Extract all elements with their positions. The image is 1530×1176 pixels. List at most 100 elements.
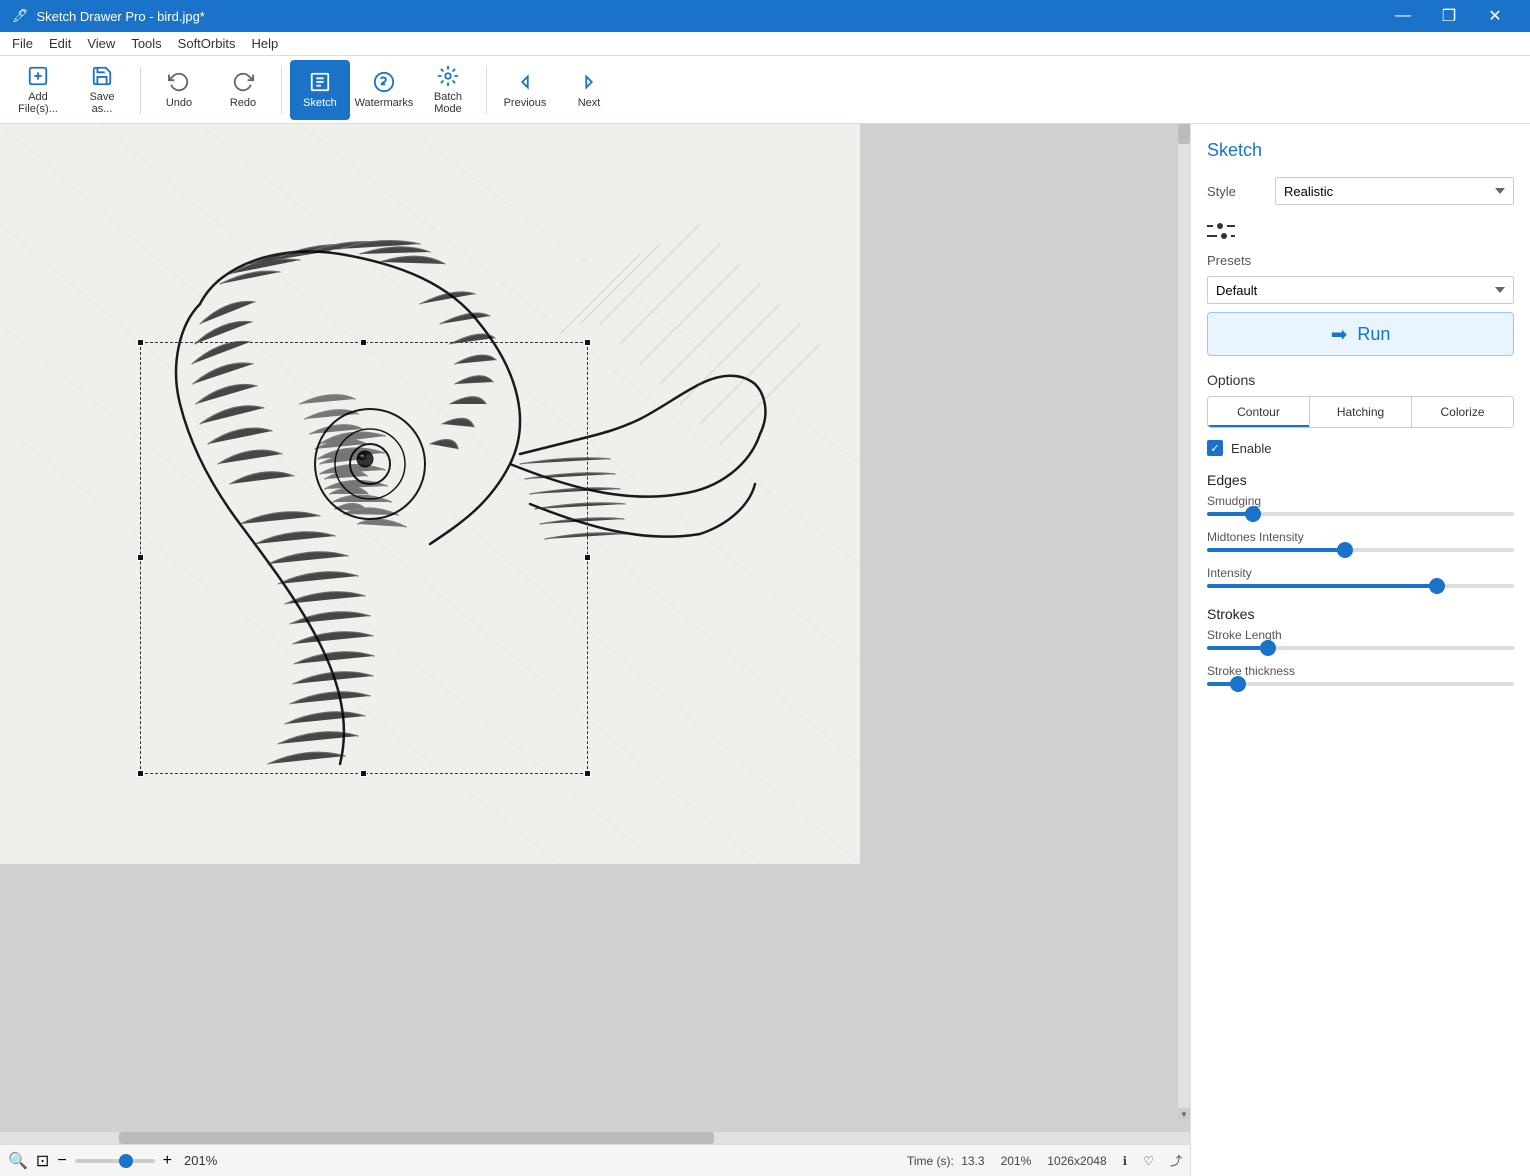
next-button[interactable]: Next <box>559 60 619 120</box>
previous-icon <box>514 71 536 93</box>
info-icon[interactable]: ℹ <box>1123 1154 1128 1168</box>
heart-icon[interactable]: ♡ <box>1143 1154 1154 1168</box>
vertical-scrollbar[interactable]: ▲ ▼ <box>1178 124 1190 1120</box>
dimensions-display: 1026x2048 <box>1047 1154 1106 1168</box>
close-button[interactable]: ✕ <box>1472 0 1518 32</box>
stroke-thickness-slider-row: Stroke thickness <box>1207 664 1514 686</box>
sketch-button[interactable]: Sketch <box>290 60 350 120</box>
stroke-length-label: Stroke Length <box>1207 628 1514 642</box>
stroke-length-thumb[interactable] <box>1260 640 1276 656</box>
scroll-down-arrow[interactable]: ▼ <box>1178 1108 1190 1120</box>
zoom-minus-icon[interactable]: − <box>57 1152 66 1170</box>
zoom-frame-icon[interactable]: ⊡ <box>36 1151 49 1171</box>
zoom-slider[interactable] <box>75 1159 155 1163</box>
statusbar-left: 🔍 ⊡ − + 201% <box>8 1151 217 1171</box>
save-as-button[interactable]: Save as... <box>72 60 132 120</box>
midtones-thumb[interactable] <box>1337 542 1353 558</box>
redo-button[interactable]: Redo <box>213 60 273 120</box>
style-select[interactable]: Realistic Cartoon Abstract Artistic <box>1275 177 1514 205</box>
add-files-icon <box>27 65 49 87</box>
separator-2 <box>281 66 282 114</box>
stroke-length-slider[interactable] <box>1207 646 1514 650</box>
toolbar: Add File(s)... Save as... Undo Redo Sket… <box>0 56 1530 124</box>
enable-label: Enable <box>1231 441 1271 456</box>
sketch-canvas <box>0 124 860 864</box>
redo-icon <box>232 71 254 93</box>
smudging-thumb[interactable] <box>1245 506 1261 522</box>
sketch-icon <box>309 71 331 93</box>
smudging-slider-row: Smudging <box>1207 494 1514 516</box>
batch-mode-icon <box>437 65 459 87</box>
maximize-button[interactable]: ❐ <box>1426 0 1472 32</box>
presets-select[interactable]: Default Soft Hard Custom <box>1207 276 1514 304</box>
statusbar-right: Time (s): 13.3 201% 1026x2048 ℹ ♡ ⤴ <box>907 1152 1182 1169</box>
stroke-length-fill <box>1207 646 1268 650</box>
intensity-fill <box>1207 584 1437 588</box>
watermarks-button[interactable]: Watermarks <box>354 60 414 120</box>
presets-select-row: Presets Default Soft Hard Custom <box>1207 253 1514 304</box>
separator-1 <box>140 66 141 114</box>
right-panel: Sketch Style Realistic Cartoon Abstract … <box>1190 124 1530 1176</box>
main-area: ▲ ▼ <box>0 124 1530 1176</box>
watermarks-icon <box>373 71 395 93</box>
stroke-length-slider-row: Stroke Length <box>1207 628 1514 650</box>
options-tabs: Contour Hatching Colorize <box>1207 396 1514 428</box>
horizontal-scrollbar[interactable] <box>0 1132 1190 1144</box>
previous-button[interactable]: Previous <box>495 60 555 120</box>
add-files-button[interactable]: Add File(s)... <box>8 60 68 120</box>
panel-title: Sketch <box>1207 140 1514 161</box>
run-arrow-icon: ➡ <box>1331 322 1348 347</box>
zoom-thumb[interactable] <box>119 1154 133 1168</box>
midtones-slider[interactable] <box>1207 548 1514 552</box>
tab-hatching[interactable]: Hatching <box>1310 397 1412 427</box>
undo-button[interactable]: Undo <box>149 60 209 120</box>
stroke-thickness-thumb[interactable] <box>1230 676 1246 692</box>
titlebar-controls: — ❐ ✕ <box>1380 0 1518 32</box>
stroke-thickness-slider[interactable] <box>1207 682 1514 686</box>
time-label: Time (s): 13.3 <box>907 1154 985 1168</box>
app-title: Sketch Drawer Pro - bird.jpg* <box>37 9 205 24</box>
enable-row: Enable <box>1207 440 1514 456</box>
minimize-button[interactable]: — <box>1380 0 1426 32</box>
midtones-label: Midtones Intensity <box>1207 530 1514 544</box>
canvas-scroll[interactable]: ▲ ▼ <box>0 124 1190 1132</box>
menu-softorbits[interactable]: SoftOrbits <box>170 34 244 53</box>
scroll-thumb-vertical[interactable] <box>1178 124 1190 144</box>
titlebar: 🖊 Sketch Drawer Pro - bird.jpg* — ❐ ✕ <box>0 0 1530 32</box>
scrollbar-h-thumb[interactable] <box>119 1132 714 1144</box>
next-icon <box>578 71 600 93</box>
undo-icon <box>168 71 190 93</box>
presets-row <box>1207 217 1514 245</box>
run-label: Run <box>1357 324 1390 345</box>
presets-label: Presets <box>1207 253 1514 268</box>
menu-tools[interactable]: Tools <box>123 34 169 53</box>
intensity-slider-row: Intensity <box>1207 566 1514 588</box>
options-label: Options <box>1207 372 1514 388</box>
smudging-slider[interactable] <box>1207 512 1514 516</box>
statusbar: 🔍 ⊡ − + 201% Time (s): 13.3 201% 1026x20… <box>0 1144 1190 1176</box>
intensity-slider[interactable] <box>1207 584 1514 588</box>
midtones-fill <box>1207 548 1345 552</box>
batch-mode-button[interactable]: Batch Mode <box>418 60 478 120</box>
strokes-title: Strokes <box>1207 606 1514 622</box>
menu-help[interactable]: Help <box>243 34 286 53</box>
menu-view[interactable]: View <box>79 34 123 53</box>
zoom-plus-icon[interactable]: + <box>163 1152 172 1170</box>
style-label: Style <box>1207 184 1267 199</box>
edges-title: Edges <box>1207 472 1514 488</box>
zoom-display: 201% <box>1001 1154 1032 1168</box>
presets-settings-icon <box>1207 217 1235 245</box>
share-icon[interactable]: ⤴ <box>1170 1152 1182 1169</box>
titlebar-left: 🖊 Sketch Drawer Pro - bird.jpg* <box>12 8 205 24</box>
run-button[interactable]: ➡ Run <box>1207 312 1514 356</box>
tab-contour[interactable]: Contour <box>1208 397 1310 427</box>
canvas-area: ▲ ▼ <box>0 124 1190 1176</box>
intensity-thumb[interactable] <box>1429 578 1445 594</box>
tab-colorize[interactable]: Colorize <box>1412 397 1513 427</box>
menubar: File Edit View Tools SoftOrbits Help <box>0 32 1530 56</box>
enable-checkbox[interactable] <box>1207 440 1223 456</box>
menu-edit[interactable]: Edit <box>41 34 79 53</box>
zoom-fit-icon[interactable]: 🔍 <box>8 1151 28 1171</box>
midtones-slider-row: Midtones Intensity <box>1207 530 1514 552</box>
menu-file[interactable]: File <box>4 34 41 53</box>
